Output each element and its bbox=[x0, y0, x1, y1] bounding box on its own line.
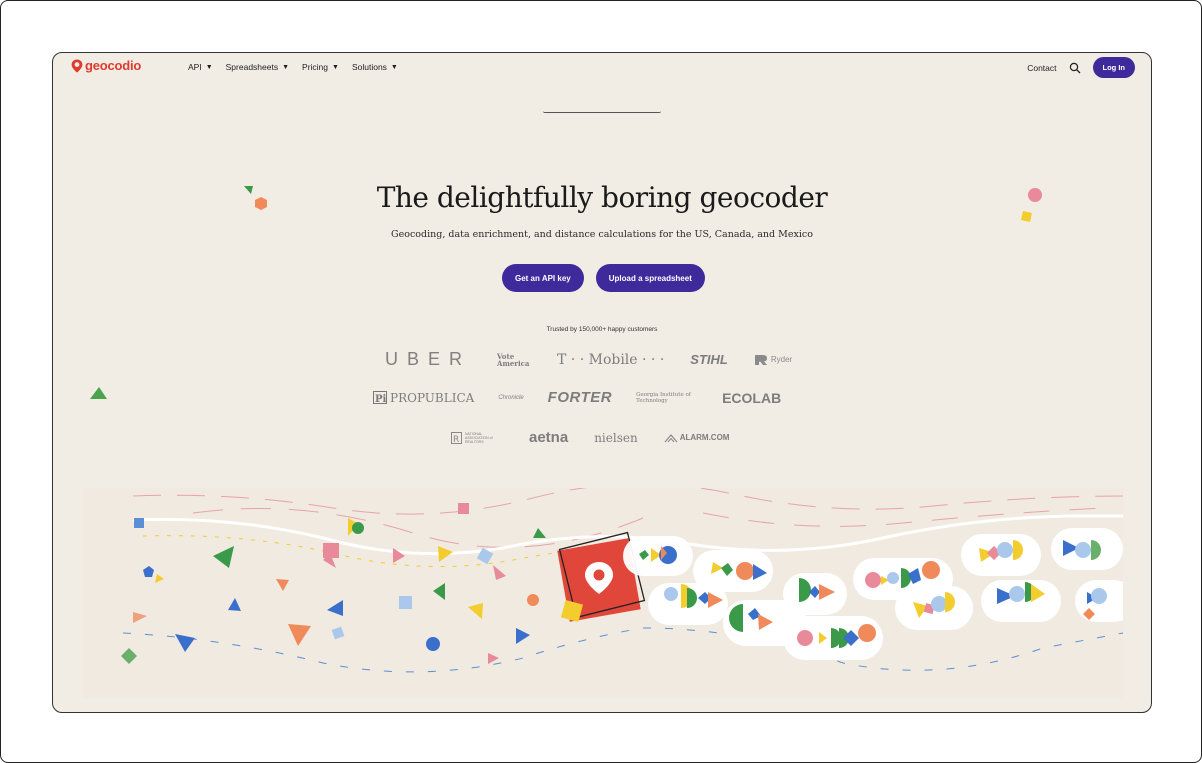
nav-menu: API ▼ Spreadsheets ▼ Pricing ▼ Solutions… bbox=[188, 62, 398, 72]
ryder-mark-icon bbox=[754, 354, 767, 365]
svg-text:Pi: Pi bbox=[375, 394, 387, 404]
nav-item-pricing[interactable]: Pricing ▼ bbox=[302, 62, 339, 72]
get-api-key-button[interactable]: Get an API key bbox=[502, 264, 584, 292]
map-pin-icon bbox=[71, 59, 83, 72]
nav-item-label: Pricing bbox=[302, 62, 329, 72]
caret-down-icon: ▼ bbox=[282, 63, 290, 71]
house-icon bbox=[664, 433, 678, 442]
ryder-logo: Ryder bbox=[754, 354, 792, 366]
uber-logo: UBER bbox=[385, 349, 472, 369]
t-mobile-logo: T · · Mobile · · · bbox=[557, 351, 665, 368]
decorative-triangle bbox=[90, 387, 107, 399]
customer-logos-row-1: UBER Vote America T · · Mobile · · · STI… bbox=[385, 349, 792, 370]
page-title: The delightfully boring geocoder bbox=[376, 181, 828, 214]
cta-row: Get an API key Upload a spreadsheet bbox=[502, 264, 705, 292]
nar-logo-text: NATIONAL ASSOCIATION of REALTORS bbox=[465, 431, 493, 444]
alarm-com-logo: ALARM.COM bbox=[664, 433, 730, 443]
caret-down-icon: ▼ bbox=[332, 63, 339, 71]
login-button[interactable]: Log In bbox=[1092, 57, 1135, 78]
customer-logos-row-2: Pi PROPUBLICA Chronicle FORTER Georgia I… bbox=[373, 389, 781, 406]
upload-spreadsheet-button[interactable]: Upload a spreadsheet bbox=[595, 264, 705, 292]
contact-link[interactable]: Contact bbox=[1027, 63, 1056, 73]
nav-item-label: API bbox=[188, 62, 202, 72]
brand-name: geocodio bbox=[85, 58, 142, 73]
caret-down-icon: ▼ bbox=[390, 63, 398, 71]
georgia-tech-logo: Georgia Institute of Technology bbox=[636, 391, 691, 404]
nav-item-label: Solutions bbox=[351, 62, 387, 72]
customer-logos-row-3: R NATIONAL ASSOCIATION of REALTORS aetna… bbox=[451, 429, 729, 446]
search-icon[interactable] bbox=[1069, 62, 1081, 74]
caret-down-icon: ▼ bbox=[205, 63, 213, 71]
trusted-text: Trusted by 150,000+ happy customers bbox=[546, 326, 658, 333]
alarm-com-logo-text: ALARM.COM bbox=[679, 433, 730, 442]
vote-america-logo: Vote America bbox=[497, 351, 530, 368]
ryder-logo-text: Ryder bbox=[770, 355, 793, 364]
ecolab-logo: ECOLAB bbox=[722, 389, 782, 406]
browser-window: geocodio API ▼ Spreadsheets ▼ Pricing ▼ … bbox=[52, 52, 1152, 713]
nav-right: Contact Log In bbox=[1027, 57, 1135, 78]
propublica-mark-icon: Pi bbox=[373, 391, 387, 404]
nielsen-logo: nielsen bbox=[594, 430, 638, 445]
nav-item-spreadsheets[interactable]: Spreadsheets ▼ bbox=[226, 62, 289, 72]
realtor-mark-icon: R bbox=[451, 431, 462, 444]
brand-logo[interactable]: geocodio bbox=[71, 58, 141, 73]
aetna-logo: aetna bbox=[529, 429, 569, 446]
nar-logo: R NATIONAL ASSOCIATION of REALTORS bbox=[451, 431, 503, 444]
divider bbox=[543, 111, 661, 113]
nav-item-solutions[interactable]: Solutions ▼ bbox=[352, 62, 398, 72]
stihl-logo: STIHL bbox=[690, 352, 728, 367]
svg-text:R: R bbox=[453, 435, 459, 444]
chronicle-logo: Chronicle bbox=[498, 394, 524, 401]
hero-subtitle: Geocoding, data enrichment, and distance… bbox=[391, 229, 813, 240]
nav-item-api[interactable]: API ▼ bbox=[188, 62, 213, 72]
nav-item-label: Spreadsheets bbox=[225, 62, 279, 72]
propublica-logo: Pi PROPUBLICA bbox=[373, 391, 474, 405]
top-nav: geocodio API ▼ Spreadsheets ▼ Pricing ▼ … bbox=[53, 53, 1151, 83]
forter-logo: FORTER bbox=[547, 389, 613, 406]
propublica-logo-text: PROPUBLICA bbox=[390, 390, 475, 405]
screenshot-frame: geocodio API ▼ Spreadsheets ▼ Pricing ▼ … bbox=[0, 0, 1202, 763]
geocoding-illustration bbox=[83, 488, 1123, 698]
